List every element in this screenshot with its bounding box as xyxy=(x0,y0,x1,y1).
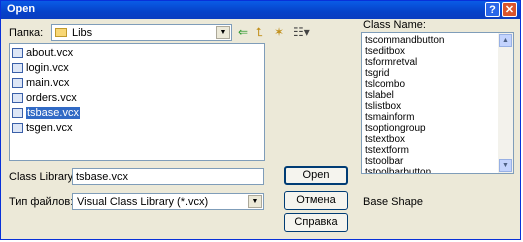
list-item[interactable]: tslistbox xyxy=(365,101,401,112)
lookin-label: Папка: xyxy=(9,27,44,39)
scrollbar[interactable]: ▲ ▼ xyxy=(498,33,513,173)
file-item-main[interactable]: main.vcx xyxy=(12,76,69,91)
filetype-dropdown[interactable]: Visual Class Library (*.vcx) ▼ xyxy=(72,193,264,210)
up-folder-icon[interactable]: ⮤ xyxy=(256,25,263,39)
vcx-file-icon xyxy=(12,48,23,58)
close-button[interactable]: ✕ xyxy=(502,2,517,17)
list-item[interactable]: tsmainform xyxy=(365,112,414,123)
scroll-down-icon[interactable]: ▼ xyxy=(499,159,512,172)
list-item[interactable]: tstextbox xyxy=(365,134,405,145)
list-item[interactable]: tstoolbarbutton xyxy=(365,167,431,173)
back-arrow-icon[interactable]: ⇐ xyxy=(238,25,248,39)
list-item[interactable]: tstoolbar xyxy=(365,156,403,167)
file-item-login[interactable]: login.vcx xyxy=(12,61,69,76)
file-item-tsbase[interactable]: tsbase.vcx xyxy=(12,106,80,121)
vcx-file-icon xyxy=(12,123,23,133)
list-item[interactable]: tsoptiongroup xyxy=(365,123,426,134)
title-bar: Open ? ✕ xyxy=(1,1,520,19)
help-button[interactable]: Справка xyxy=(284,213,348,232)
vcx-file-icon xyxy=(12,78,23,88)
file-list[interactable]: about.vcx login.vcx main.vcx orders.vcx … xyxy=(9,43,265,161)
open-dialog: Open ? ✕ Папка: Libs ▼ ⇐ ⮤ ✶ ☷▾ about.vc… xyxy=(0,0,521,240)
new-folder-icon[interactable]: ✶ xyxy=(274,25,284,39)
file-item-tsgen[interactable]: tsgen.vcx xyxy=(12,121,72,136)
classlib-label: Class Library xyxy=(9,171,74,183)
window-title: Open xyxy=(7,3,36,15)
file-item-about[interactable]: about.vcx xyxy=(12,46,73,61)
classname-label: Class Name: xyxy=(363,19,426,31)
list-item[interactable]: tsformretval xyxy=(365,57,417,68)
vcx-file-icon xyxy=(12,63,23,73)
list-item[interactable]: tslcombo xyxy=(365,79,405,90)
classlib-value: tsbase.vcx xyxy=(76,171,128,183)
vcx-file-icon xyxy=(12,108,23,118)
list-item[interactable]: tsgrid xyxy=(365,68,389,79)
classlib-field[interactable]: tsbase.vcx xyxy=(72,168,264,185)
list-item[interactable]: tseditbox xyxy=(365,46,405,57)
help-title-button[interactable]: ? xyxy=(485,2,500,17)
folder-icon xyxy=(55,28,67,37)
filetype-value: Visual Class Library (*.vcx) xyxy=(77,196,209,208)
file-item-orders[interactable]: orders.vcx xyxy=(12,91,77,106)
class-name-list[interactable]: tscommandbutton tseditbox tsformretval t… xyxy=(361,32,514,174)
chevron-down-icon[interactable]: ▼ xyxy=(248,195,262,208)
lookin-value: Libs xyxy=(72,27,93,39)
filetype-label: Тип файлов: xyxy=(9,196,74,208)
list-item[interactable]: tscommandbutton xyxy=(365,35,445,46)
base-shape-label: Base Shape xyxy=(363,196,423,208)
vcx-file-icon xyxy=(12,93,23,103)
view-menu-icon[interactable]: ☷▾ xyxy=(293,25,310,39)
list-item[interactable]: tstextform xyxy=(365,145,409,156)
list-item[interactable]: tslabel xyxy=(365,90,394,101)
scroll-up-icon[interactable]: ▲ xyxy=(499,34,512,47)
lookin-dropdown[interactable]: Libs ▼ xyxy=(51,24,232,41)
cancel-button[interactable]: Отмена xyxy=(284,191,348,210)
chevron-down-icon[interactable]: ▼ xyxy=(216,26,230,39)
open-button[interactable]: Open xyxy=(284,166,348,185)
